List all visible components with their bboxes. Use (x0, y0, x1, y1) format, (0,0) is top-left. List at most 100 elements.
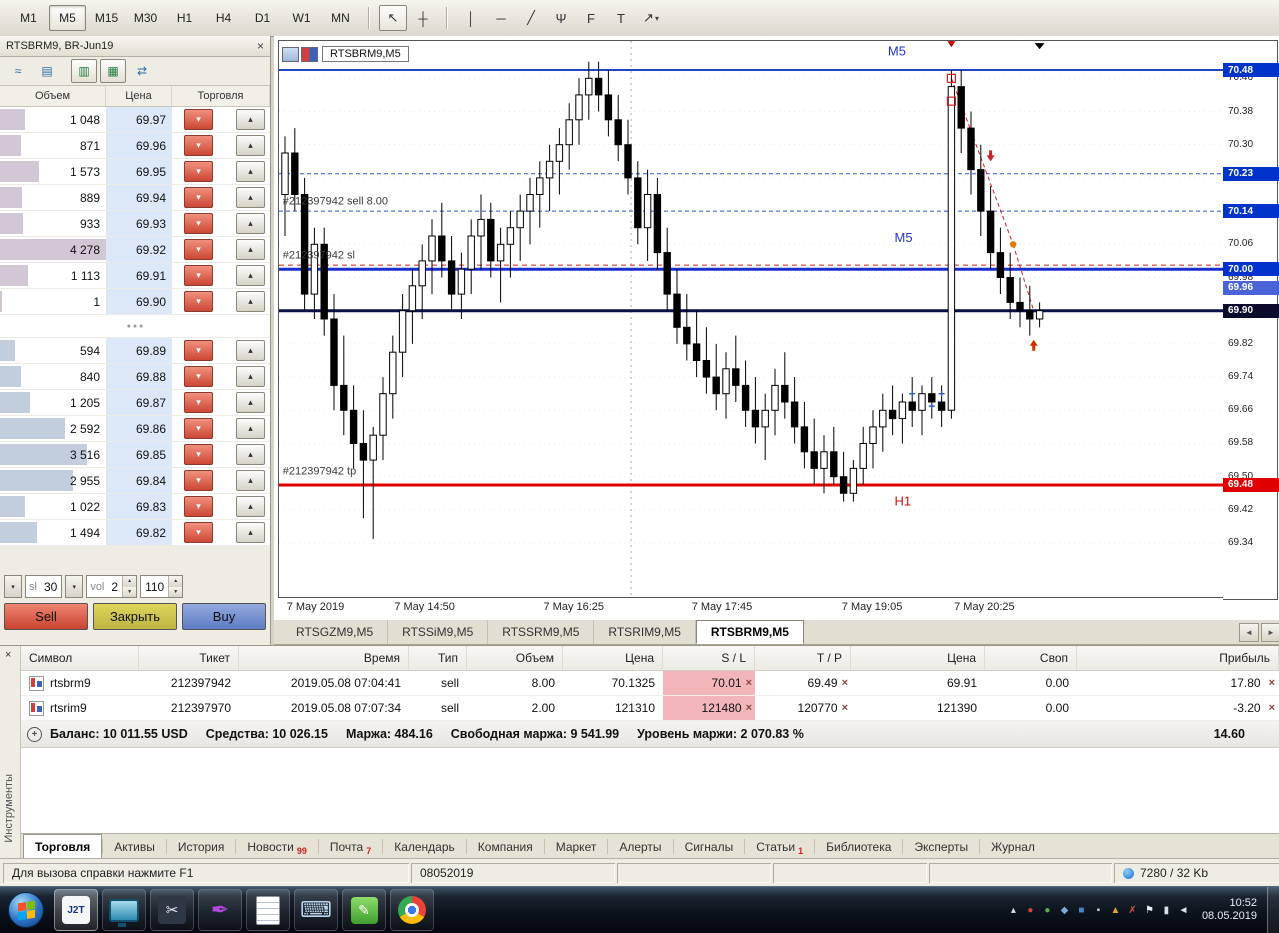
arrows-icon[interactable]: ↗▾ (637, 5, 665, 31)
close-position-button[interactable]: × (1269, 702, 1275, 714)
keyboard-app-taskbar-button[interactable]: ⌨ (294, 889, 338, 931)
toolbox-tab-компания[interactable]: Компания (467, 834, 544, 859)
chart-tab-rtsrim9m5[interactable]: RTSRIM9,M5 (594, 620, 695, 644)
close-icon[interactable]: × (257, 40, 264, 52)
buy-at-price-button[interactable]: ▴ (236, 213, 265, 234)
sell-at-price-button[interactable]: ▾ (184, 239, 213, 260)
timeframe-m5-button[interactable]: M5 (49, 5, 86, 31)
notepad-app-taskbar-button[interactable] (246, 889, 290, 931)
vol-value[interactable]: 2 (107, 580, 122, 594)
buy-at-price-button[interactable]: ▴ (236, 109, 265, 130)
sell-at-price-button[interactable]: ▾ (184, 135, 213, 156)
spin-up-icon[interactable]: ▲ (169, 576, 182, 587)
scroll-left-icon[interactable]: ◄ (1239, 623, 1259, 642)
toolbox-tab-торговля[interactable]: Торговля (23, 834, 102, 859)
toolbox-tab-эксперты[interactable]: Эксперты (903, 834, 979, 859)
sl-value[interactable]: 30 (40, 580, 61, 594)
sell-at-price-button[interactable]: ▾ (184, 291, 213, 312)
buy-at-price-button[interactable]: ▴ (236, 522, 265, 543)
sell-at-price-button[interactable]: ▾ (184, 522, 213, 543)
sell-at-price-button[interactable]: ▾ (184, 213, 213, 234)
sl-dropdown-button[interactable]: ▾ (4, 575, 22, 598)
spin-up-icon[interactable]: ▲ (123, 576, 136, 587)
sell-at-price-button[interactable]: ▾ (184, 496, 213, 517)
toolbox-tab-журнал[interactable]: Журнал (980, 834, 1046, 859)
remove-tp-button[interactable]: × (842, 702, 848, 714)
buy-at-price-button[interactable]: ▴ (236, 444, 265, 465)
toolbox-tab-история[interactable]: История (167, 834, 236, 859)
spin-down-icon[interactable]: ▼ (123, 587, 136, 598)
spin-down-icon[interactable]: ▼ (169, 587, 182, 598)
tp-stepper[interactable]: 110 ▲▼ (140, 575, 183, 598)
timeframe-w1-button[interactable]: W1 (283, 5, 320, 31)
timeframe-m1-button[interactable]: M1 (10, 5, 47, 31)
chart-mode-icon[interactable]: ▥ (71, 59, 97, 83)
vertical-line-icon[interactable]: │ (457, 5, 485, 31)
close-position-button[interactable]: Закрыть (93, 603, 177, 630)
buy-at-price-button[interactable]: ▴ (236, 291, 265, 312)
chart-tab-rtsbrm9m5[interactable]: RTSBRM9,M5 (696, 620, 804, 644)
toolbox-tab-библиотека[interactable]: Библиотека (815, 834, 902, 859)
position-row[interactable]: rtsrim92123979702019.05.08 07:07:34sell2… (21, 696, 1279, 721)
toolbox-tab-статьи[interactable]: Статьи1 (745, 834, 814, 859)
tp-spin-arrows[interactable]: ▲▼ (168, 576, 182, 597)
timeframe-mn-button[interactable]: MN (322, 5, 359, 31)
toolbox-tab-маркет[interactable]: Маркет (545, 834, 608, 859)
editor-app-taskbar-button[interactable]: ✎ (342, 889, 386, 931)
timeframe-m15-button[interactable]: M15 (88, 5, 125, 31)
sl-stepper[interactable]: sl 30 (25, 575, 62, 598)
tp-value[interactable]: 110 (141, 580, 168, 594)
messenger-tray-icon[interactable]: ■ (1073, 901, 1090, 919)
text-icon[interactable]: T (607, 5, 635, 31)
trendline-icon[interactable]: ╱ (517, 5, 545, 31)
column-header-0[interactable]: Символ (21, 646, 139, 670)
buy-at-price-button[interactable]: ▴ (236, 392, 265, 413)
sell-at-price-button[interactable]: ▾ (184, 265, 213, 286)
toolbox-tab-алерты[interactable]: Алерты (608, 834, 672, 859)
andrews-pitchfork-icon[interactable]: Ψ (547, 5, 575, 31)
chart-tab-rtssrm9m5[interactable]: RTSSRM9,M5 (488, 620, 594, 644)
chart-plot-area[interactable]: #212397942 sell 8.00#212397942 sl#212397… (278, 40, 1224, 598)
start-button[interactable] (0, 887, 52, 933)
buy-at-price-button[interactable]: ▴ (236, 187, 265, 208)
column-header-trade[interactable]: Торговля (172, 86, 270, 106)
toolbox-tab-почта[interactable]: Почта7 (319, 834, 382, 859)
timeframe-h4-button[interactable]: H4 (205, 5, 242, 31)
security-alert-icon[interactable]: ● (1022, 901, 1039, 919)
sell-at-price-button[interactable]: ▾ (184, 109, 213, 130)
column-header-volume[interactable]: Объем (0, 86, 106, 106)
position-row[interactable]: rtsbrm92123979422019.05.08 07:04:41sell8… (21, 671, 1279, 696)
chrome-app-taskbar-button[interactable] (390, 889, 434, 931)
timeframe-m30-button[interactable]: M30 (127, 5, 164, 31)
column-header-8[interactable]: Цена (851, 646, 985, 670)
pen-app-taskbar-button[interactable]: ✒ (198, 889, 242, 931)
scroll-right-icon[interactable]: ► (1261, 623, 1279, 642)
timeframe-h1-button[interactable]: H1 (166, 5, 203, 31)
toolbox-tab-сигналы[interactable]: Сигналы (674, 834, 745, 859)
volume-stepper[interactable]: vol 2 ▲▼ (86, 575, 137, 598)
buy-at-price-button[interactable]: ▴ (236, 135, 265, 156)
snipping-tool-app-taskbar-button[interactable]: ✂ (150, 889, 194, 931)
sell-at-price-button[interactable]: ▾ (184, 444, 213, 465)
sell-button[interactable]: Sell (4, 603, 88, 630)
network-tray-icon[interactable]: ▮ (1158, 901, 1175, 919)
update-ready-icon[interactable]: ● (1039, 901, 1056, 919)
sell-at-price-button[interactable]: ▾ (184, 340, 213, 361)
sell-at-price-button[interactable]: ▾ (184, 470, 213, 491)
time-axis[interactable]: 7 May 20197 May 14:507 May 16:257 May 17… (278, 597, 1224, 617)
sell-at-price-button[interactable]: ▾ (184, 366, 213, 387)
buy-at-price-button[interactable]: ▴ (236, 161, 265, 182)
column-header-2[interactable]: Время (239, 646, 409, 670)
j2t-app-taskbar-button[interactable]: J2T (54, 889, 98, 931)
price-scale[interactable]: 70.4670.3870.3070.2270.1470.0669.9869.90… (1223, 40, 1278, 600)
market-statistics-icon[interactable]: ▤ (34, 59, 60, 83)
column-header-4[interactable]: Объем (467, 646, 563, 670)
column-header-5[interactable]: Цена (563, 646, 663, 670)
sell-at-price-button[interactable]: ▾ (184, 161, 213, 182)
horizontal-line-icon[interactable]: ─ (487, 5, 515, 31)
close-position-button[interactable]: × (1269, 677, 1275, 689)
close-icon[interactable]: × (5, 649, 11, 661)
tick-chart-icon[interactable]: ≈ (5, 59, 31, 83)
warning-tray-icon[interactable]: ▲ (1107, 901, 1124, 919)
fibonacci-icon[interactable]: F (577, 5, 605, 31)
